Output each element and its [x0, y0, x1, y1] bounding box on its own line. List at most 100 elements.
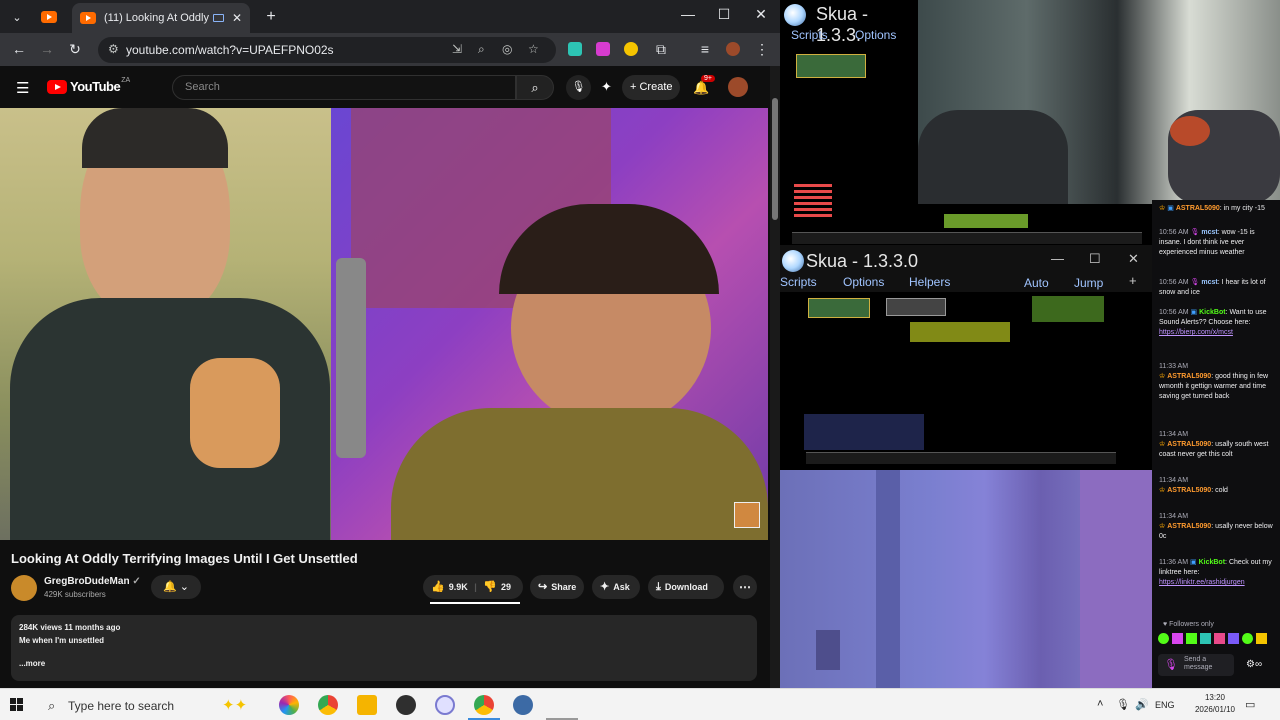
game-action-bar[interactable]: [806, 452, 1116, 464]
notifications-icon[interactable]: ▭: [1245, 698, 1255, 711]
forward-button[interactable]: →: [38, 41, 56, 57]
close-tab-icon[interactable]: ✕: [232, 11, 242, 25]
microphone-icon[interactable]: 🎙: [1164, 658, 1178, 671]
copilot-icon[interactable]: [279, 695, 299, 715]
address-bar[interactable]: ⚙ youtube.com/watch?v=UPAEFPNO02s ⇲ ⌕ ◎ …: [98, 37, 556, 63]
video-description[interactable]: 284K views 11 months ago Me when I'm uns…: [11, 615, 757, 681]
app-icon[interactable]: [435, 695, 455, 715]
extension-icon[interactable]: [624, 42, 638, 56]
game-action-bar[interactable]: [918, 232, 1142, 244]
zoom-icon[interactable]: ⌕: [478, 42, 485, 57]
dislike-button[interactable]: 👎 29: [483, 581, 511, 593]
maximize-button[interactable]: ☐: [1089, 251, 1101, 267]
video-player[interactable]: [0, 108, 768, 540]
emote-icon[interactable]: [1172, 633, 1183, 644]
media-control-icon[interactable]: ≡: [696, 41, 714, 57]
chat-username[interactable]: ASTRAL5090: [1167, 487, 1211, 494]
extension-icon[interactable]: [568, 42, 582, 56]
chrome-icon[interactable]: [318, 695, 338, 715]
minimize-button[interactable]: —: [678, 6, 698, 22]
reload-button[interactable]: ↻: [66, 41, 84, 58]
chat-username[interactable]: KickBot: [1199, 309, 1225, 316]
game-view[interactable]: [780, 292, 1152, 470]
tab-youtube[interactable]: (11) Looking At Oddly Terrifying Images …: [72, 3, 250, 33]
channel-watermark[interactable]: [734, 502, 760, 528]
extension-icon[interactable]: [596, 42, 610, 56]
add-icon[interactable]: +: [1129, 273, 1137, 288]
bookmark-star-icon[interactable]: ☆: [528, 42, 539, 56]
game-action-bar[interactable]: [792, 232, 918, 244]
search-button[interactable]: ⌕: [516, 75, 554, 100]
chat-username[interactable]: mcst: [1201, 229, 1217, 236]
emote-icon[interactable]: [1200, 633, 1211, 644]
extensions-puzzle-icon[interactable]: ⧉: [652, 41, 670, 58]
file-explorer-icon[interactable]: [357, 695, 377, 715]
chat-username[interactable]: ASTRAL5090: [1167, 523, 1211, 530]
target-stats-panel: [886, 298, 946, 316]
chat-username[interactable]: KickBot: [1199, 559, 1225, 566]
chat-username[interactable]: mcst: [1201, 279, 1217, 286]
menu-scripts[interactable]: Scripts: [791, 28, 828, 42]
emote-icon[interactable]: [1186, 633, 1197, 644]
emote-icon[interactable]: [1158, 633, 1169, 644]
clock[interactable]: 13:20 2026/01/10: [1190, 692, 1240, 716]
back-button[interactable]: ←: [10, 41, 28, 57]
description-more-link[interactable]: ...more: [19, 659, 749, 668]
emote-icon[interactable]: [1214, 633, 1225, 644]
emote-icon[interactable]: [1242, 633, 1253, 644]
notifications-bell-icon[interactable]: 🔔: [693, 80, 709, 96]
youtube-logo[interactable]: YouTube ZA: [47, 77, 130, 94]
emote-icon[interactable]: [1256, 633, 1267, 644]
channel-avatar[interactable]: [11, 575, 37, 601]
maximize-button[interactable]: ☐: [714, 6, 734, 23]
create-button[interactable]: + Create: [622, 75, 680, 100]
channel-name[interactable]: GregBroDudeMan ✓: [44, 576, 141, 587]
menu-scripts[interactable]: Scripts: [780, 275, 817, 289]
skua-icon[interactable]: [513, 695, 533, 715]
more-actions-button[interactable]: ⋯: [733, 575, 757, 599]
avatar[interactable]: [728, 77, 748, 97]
menu-icon[interactable]: ⋮: [753, 41, 771, 58]
obs-icon[interactable]: [396, 695, 416, 715]
chrome-icon[interactable]: [474, 695, 494, 715]
chat-settings-icon[interactable]: ⚙∞: [1246, 659, 1262, 670]
menu-helpers[interactable]: Helpers: [909, 275, 950, 289]
minimize-button[interactable]: —: [1051, 251, 1064, 266]
chat-link[interactable]: https://bierp.com/x/mcst: [1159, 329, 1233, 336]
ask-button[interactable]: ✦ Ask: [592, 575, 640, 599]
youtube-search-input[interactable]: Search: [172, 75, 516, 100]
sparkle-icon[interactable]: ✦✦: [222, 696, 247, 714]
install-icon[interactable]: ⇲: [452, 42, 462, 56]
profile-avatar[interactable]: [726, 42, 740, 56]
chat-username[interactable]: ASTRAL5090: [1176, 205, 1220, 212]
hamburger-menu-icon[interactable]: ☰: [16, 79, 29, 97]
microphone-icon[interactable]: 🎙: [1116, 698, 1130, 711]
microphone-icon[interactable]: 🎙: [566, 75, 591, 100]
subscription-bell-button[interactable]: 🔔 ⌄: [151, 575, 201, 599]
language-indicator[interactable]: ENG: [1155, 700, 1175, 710]
chat-link[interactable]: https://linktr.ee/rashidjurgen: [1159, 579, 1245, 586]
close-window-button[interactable]: ✕: [751, 6, 771, 23]
chat-username[interactable]: ASTRAL5090: [1167, 441, 1211, 448]
close-button[interactable]: ✕: [1128, 251, 1139, 267]
tab-search-icon[interactable]: ⌄: [8, 8, 26, 26]
cast-icon[interactable]: ✦: [601, 79, 612, 95]
download-button[interactable]: ⤓ Download: [648, 575, 724, 599]
like-button[interactable]: 👍 9.9K: [423, 581, 468, 593]
site-info-icon[interactable]: ⚙: [108, 42, 119, 56]
volume-icon[interactable]: 🔊: [1135, 698, 1149, 711]
menu-auto[interactable]: Auto: [1024, 276, 1049, 290]
start-button[interactable]: [10, 698, 24, 712]
taskbar-search-box[interactable]: ⌕ Type here to search ✦✦: [38, 693, 268, 717]
emote-icon[interactable]: [1228, 633, 1239, 644]
chat-username[interactable]: ASTRAL5090: [1167, 373, 1211, 380]
new-tab-button[interactable]: +: [262, 8, 280, 26]
youtube-tab-icon[interactable]: [40, 8, 58, 26]
eye-off-icon[interactable]: ◎: [502, 42, 512, 56]
menu-options[interactable]: Options: [843, 275, 884, 289]
scrollbar-thumb[interactable]: [772, 98, 778, 220]
menu-options[interactable]: Options: [855, 28, 896, 42]
share-button[interactable]: ↪ Share: [530, 575, 584, 599]
tray-overflow-icon[interactable]: ˄: [1097, 698, 1103, 710]
menu-jump[interactable]: Jump: [1074, 276, 1103, 290]
